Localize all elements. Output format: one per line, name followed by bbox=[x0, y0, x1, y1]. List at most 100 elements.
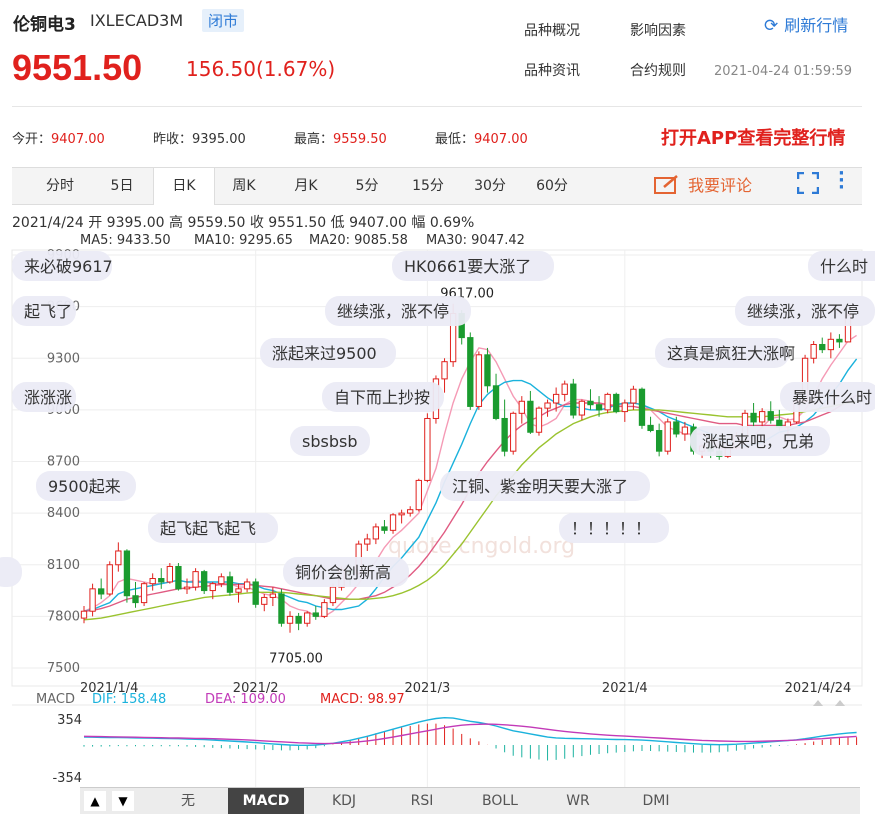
candle-body bbox=[613, 393, 620, 413]
candle-body bbox=[750, 412, 757, 423]
indicator-tab-rsi[interactable]: RSI bbox=[384, 788, 460, 814]
y-tick-label: 8700 bbox=[47, 455, 80, 470]
candle-body bbox=[664, 421, 671, 452]
macd-value: MACD: 98.97 bbox=[320, 692, 405, 707]
candle-body bbox=[175, 565, 182, 590]
x-tick-label: 2021/3 bbox=[404, 681, 450, 696]
candle-body bbox=[269, 593, 277, 598]
candle-body bbox=[158, 578, 165, 583]
comment-bubble-text: 涨起来过9500 bbox=[272, 344, 377, 363]
candle-body bbox=[441, 361, 448, 380]
candle-body bbox=[673, 421, 680, 435]
watermark-text: quote.cngold.org bbox=[388, 534, 575, 559]
candle-body bbox=[561, 383, 568, 395]
comment-bubble-text: 铜价会创新高 bbox=[295, 563, 391, 582]
comment-bubble: 继续涨，涨不停 bbox=[325, 296, 471, 326]
candle-body bbox=[518, 400, 525, 414]
macd-dea: DEA: 109.00 bbox=[205, 692, 286, 707]
candle-body bbox=[364, 538, 371, 545]
candle-body bbox=[767, 411, 774, 421]
candle-body bbox=[630, 388, 637, 404]
comment-bubble-text: 9500起来 bbox=[48, 477, 121, 496]
candle-body bbox=[544, 402, 551, 409]
comment-bubble: 涨涨涨 bbox=[12, 382, 76, 412]
candle-body bbox=[638, 388, 646, 426]
candle-body bbox=[304, 612, 311, 624]
candle-body bbox=[132, 595, 139, 604]
comment-bubble-text: ！！！！！ bbox=[571, 519, 651, 538]
candle-body bbox=[183, 586, 191, 590]
candle-body bbox=[527, 400, 534, 433]
comment-bubble-text: 继续涨，涨不停 bbox=[337, 302, 449, 321]
comment-bubble: 起飞起飞起飞 bbox=[148, 513, 278, 543]
candle-body bbox=[407, 509, 414, 514]
candle-body bbox=[243, 581, 251, 590]
candle-body bbox=[595, 404, 603, 411]
indicator-tab-boll[interactable]: BOLL bbox=[462, 788, 538, 814]
candle-body bbox=[115, 550, 122, 566]
arrow-down-button[interactable]: ▼ bbox=[112, 791, 134, 811]
y-tick-label: 9300 bbox=[47, 351, 80, 366]
candle-body bbox=[535, 407, 543, 433]
comment-bubble: 起飞了 bbox=[12, 296, 76, 326]
candle-body bbox=[106, 564, 113, 595]
candle-body bbox=[510, 412, 517, 452]
comment-bubble-text: 涨起来吧，兄弟 bbox=[702, 432, 814, 451]
indicator-tab-macd[interactable]: MACD bbox=[228, 788, 304, 814]
candle-body bbox=[209, 583, 216, 592]
indicator-tabs: ▲ ▼ 无 MACD KDJ RSI BOLL WR DMI bbox=[80, 787, 860, 814]
arrow-up-button[interactable]: ▲ bbox=[84, 791, 106, 811]
comment-bubble-text: 暴跌什么时 bbox=[792, 388, 872, 407]
comment-bubble: 涨起来吧，兄弟 bbox=[690, 426, 830, 456]
candle-body bbox=[80, 610, 88, 619]
candle-body bbox=[604, 393, 611, 411]
indicator-tab-none[interactable]: 无 bbox=[150, 788, 226, 814]
comment-bubble-text: 这真是疯狂大涨啊 bbox=[667, 344, 795, 363]
candle-body bbox=[98, 588, 105, 595]
candle-body bbox=[621, 402, 628, 413]
y-tick-label: 7800 bbox=[47, 609, 80, 624]
candle-body bbox=[226, 576, 234, 593]
candle-body bbox=[372, 526, 380, 540]
comment-bubble-bg bbox=[0, 557, 22, 587]
comment-bubble: 什么时 bbox=[808, 251, 875, 281]
candle-body bbox=[492, 385, 500, 419]
candle-body bbox=[552, 393, 560, 404]
comment-bubble: HK0661要大涨了 bbox=[392, 251, 554, 281]
candle-body bbox=[201, 571, 208, 592]
candle-body bbox=[467, 337, 474, 407]
comment-bubble bbox=[0, 557, 22, 587]
comment-bubble: 这真是疯狂大涨啊 bbox=[655, 338, 795, 368]
candle-body bbox=[681, 426, 689, 435]
comment-bubble: 暴跌什么时 bbox=[780, 382, 875, 412]
scroll-arrow-icon bbox=[813, 700, 823, 706]
comment-bubble-text: 起飞起飞起飞 bbox=[160, 519, 256, 538]
candle-body bbox=[312, 612, 319, 617]
x-tick-label: 2021/4/24 bbox=[785, 681, 852, 696]
comment-bubble: 涨起来过9500 bbox=[260, 338, 396, 368]
candle-body bbox=[484, 354, 491, 387]
candle-body bbox=[321, 602, 328, 617]
indicator-tab-wr[interactable]: WR bbox=[540, 788, 616, 814]
candle-body bbox=[398, 512, 405, 516]
comment-bubble-text: 起飞了 bbox=[24, 302, 72, 321]
candle-body bbox=[647, 424, 654, 432]
comment-bubble: 江铜、紫金明天要大涨了 bbox=[440, 471, 650, 501]
candle-body bbox=[655, 430, 663, 452]
candle-body bbox=[149, 578, 156, 585]
comment-bubble-text: HK0661要大涨了 bbox=[404, 257, 531, 276]
candle-body bbox=[819, 343, 826, 351]
indicator-tab-kdj[interactable]: KDJ bbox=[306, 788, 382, 814]
macd-dif: DIF: 158.48 bbox=[92, 692, 167, 707]
candle-body bbox=[192, 571, 199, 588]
comment-bubble: 9500起来 bbox=[36, 471, 136, 501]
candle-body bbox=[415, 479, 422, 511]
candle-body bbox=[475, 354, 483, 407]
comment-bubble-text: 什么时 bbox=[820, 257, 868, 276]
macd-label: MACD bbox=[36, 692, 75, 707]
y-tick-label: 8400 bbox=[47, 506, 80, 521]
indicator-tab-dmi[interactable]: DMI bbox=[618, 788, 694, 814]
candle-body bbox=[295, 615, 302, 624]
candle-body bbox=[836, 338, 843, 343]
y-tick-label: 7500 bbox=[47, 661, 80, 676]
